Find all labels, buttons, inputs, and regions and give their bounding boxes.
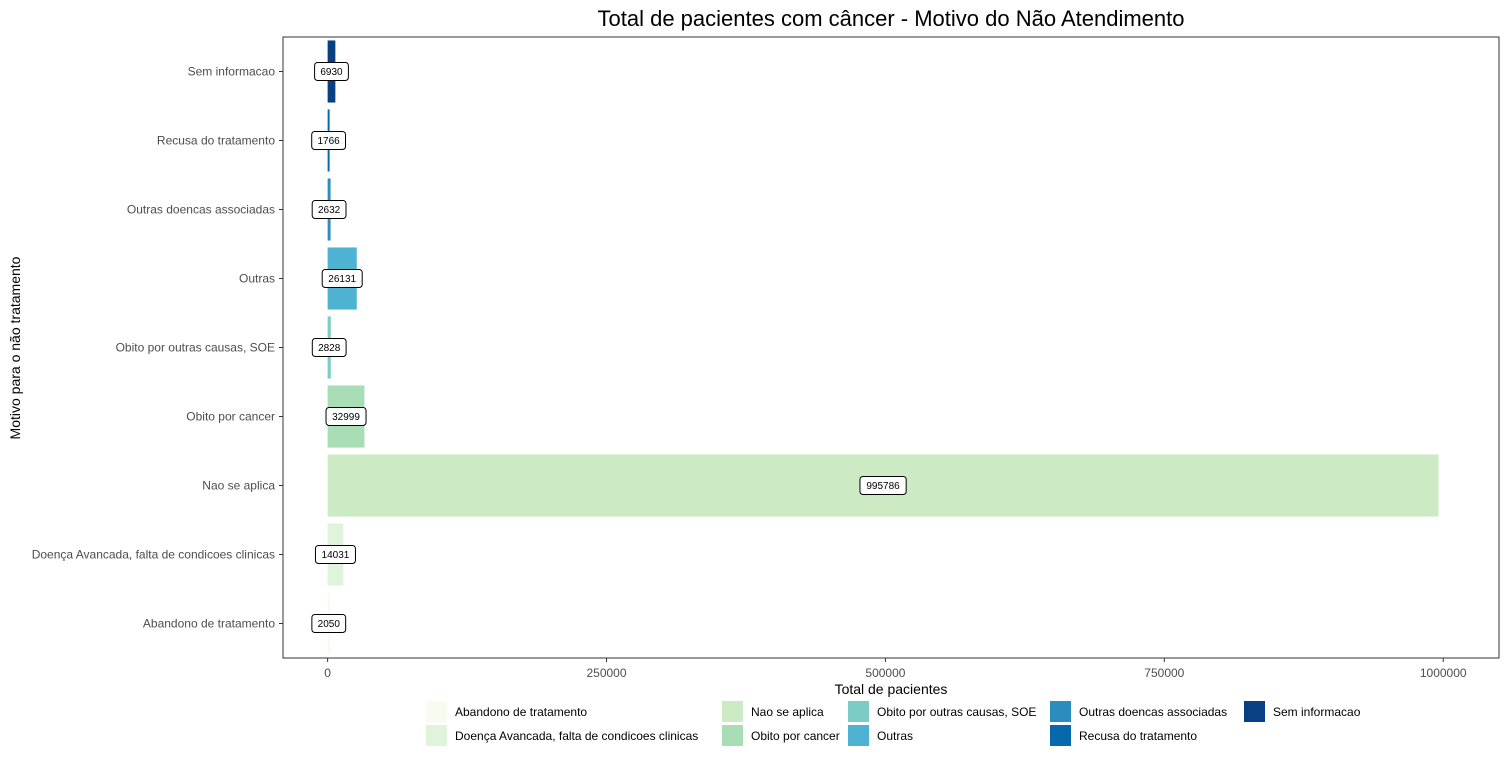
chart-title: Total de pacientes com câncer - Motivo d… xyxy=(598,6,1185,31)
data-label: 995786 xyxy=(866,481,900,492)
data-label: 2828 xyxy=(318,343,341,354)
legend: Abandono de tratamento Doença Avancada, f… xyxy=(426,701,1361,746)
y-tick-label: Abandono de tratamento xyxy=(143,617,275,631)
legend-label: Obito por outras causas, SOE xyxy=(877,705,1036,719)
y-tick-label: Outras doencas associadas xyxy=(127,203,275,217)
legend-label: Recusa do tratamento xyxy=(1079,729,1197,743)
legend-key xyxy=(1244,701,1265,722)
legend-label: Sem informacao xyxy=(1273,705,1361,719)
y-tick-label: Nao se aplica xyxy=(202,479,275,493)
y-tick-label: Sem informacao xyxy=(188,65,276,79)
data-label: 14031 xyxy=(322,550,350,561)
legend-label: Outras xyxy=(877,729,913,743)
legend-key xyxy=(848,725,869,746)
legend-key xyxy=(426,701,447,722)
data-label: 2050 xyxy=(318,619,341,630)
y-tick-label: Obito por outras causas, SOE xyxy=(116,341,275,355)
data-label: 26131 xyxy=(328,274,356,285)
data-label: 6930 xyxy=(320,67,343,78)
x-tick-label: 750000 xyxy=(1144,666,1184,680)
x-tick-label: 500000 xyxy=(865,666,905,680)
x-tick-label: 1000000 xyxy=(1420,666,1467,680)
plot-panel xyxy=(282,36,1500,659)
y-axis: Abandono de tratamento Doença Avancada, f… xyxy=(32,65,283,631)
data-label: 1766 xyxy=(317,136,340,147)
legend-label: Obito por cancer xyxy=(751,729,840,743)
legend-key xyxy=(848,701,869,722)
legend-label: Nao se aplica xyxy=(751,705,824,719)
legend-key xyxy=(722,725,743,746)
legend-key xyxy=(722,701,743,722)
y-axis-title: Motivo para o não tratamento xyxy=(7,256,23,439)
data-label: 32999 xyxy=(332,412,360,423)
legend-key xyxy=(1050,701,1071,722)
legend-key xyxy=(1050,725,1071,746)
y-tick-label: Obito por cancer xyxy=(186,410,275,424)
legend-label: Doença Avancada, falta de condicoes clin… xyxy=(455,729,698,743)
y-tick-label: Outras xyxy=(239,272,275,286)
chart-svg: Total de pacientes com câncer - Motivo d… xyxy=(7,6,1500,746)
y-tick-label: Recusa do tratamento xyxy=(157,134,275,148)
x-tick-label: 0 xyxy=(324,666,331,680)
legend-key xyxy=(426,725,447,746)
legend-label: Abandono de tratamento xyxy=(455,705,587,719)
x-axis: 0 250000 500000 750000 1000000 xyxy=(324,658,1467,680)
data-label: 2632 xyxy=(318,205,341,216)
x-tick-label: 250000 xyxy=(586,666,626,680)
legend-label: Outras doencas associadas xyxy=(1079,705,1227,719)
x-axis-title: Total de pacientes xyxy=(835,681,948,697)
y-tick-label: Doença Avancada, falta de condicoes clin… xyxy=(32,548,275,562)
